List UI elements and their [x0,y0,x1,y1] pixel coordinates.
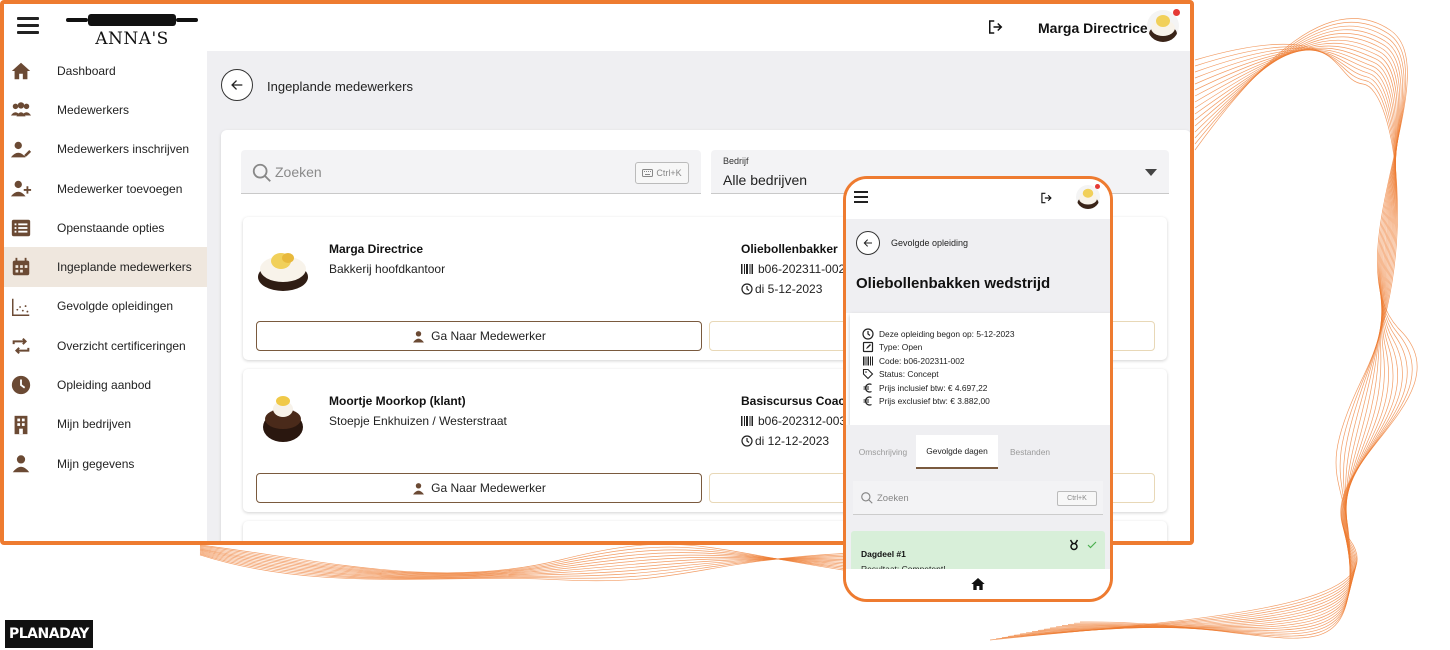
info-row: Code: b06-202311-002 [862,354,965,367]
sidebar-item-dashboard[interactable]: Dashboard [4,51,207,90]
notification-dot [1095,184,1100,189]
go-to-employee-button[interactable]: Ga Naar Medewerker [256,321,702,351]
mobile-subtitle: Gevolgde opleiding [891,238,969,248]
mobile-header: Gevolgde opleiding Oliebollenbakken weds… [846,219,1110,313]
edit-box-icon [862,341,874,353]
home-icon[interactable] [970,576,986,592]
mobile-device: Gevolgde opleiding Oliebollenbakken weds… [843,176,1113,602]
brand-logo[interactable]: ANNA'S BAKKERIJ [62,9,202,69]
home-icon [11,62,31,80]
shortcut-badge: Ctrl+K [1057,491,1097,506]
info-row: Prijs exclusief btw: € 3.882,00 [862,395,990,408]
sidebar-item-medewerkers[interactable]: Medewerkers [4,90,207,129]
clock-icon [741,283,753,295]
user-name[interactable]: Marga Directrice [1038,20,1148,36]
person-icon [413,482,425,494]
sidebar-item-ingepland[interactable]: Ingeplande medewerkers [4,247,207,287]
employee-name: Marga Directrice [329,242,424,256]
arrow-left-icon [863,239,872,247]
sidebar-item-toevoegen[interactable]: Medewerker toevoegen [4,169,207,208]
sidebar-item-bedrijven[interactable]: Mijn bedrijven [4,405,207,444]
training-name: Basiscursus Coac [741,394,846,408]
menu-icon[interactable] [854,191,868,203]
training-code: b06-202312-003 [741,414,846,428]
info-row: Prijs inclusief btw: € 4.697,22 [862,381,987,394]
mobile-top-bar [846,179,1110,219]
shortcut-badge: Ctrl+K [635,162,689,184]
barcode-icon [863,356,873,365]
euro-icon [863,396,872,406]
sidebar-item-gevolgd[interactable]: Gevolgde opleidingen [4,287,207,326]
info-row: Status: Concept [862,368,939,381]
users-icon [10,102,32,117]
go-to-employee-button[interactable]: Ga Naar Medewerker [256,473,702,503]
company-select-value: Alle bedrijven [723,172,808,188]
training-code: b06-202311-002 [741,262,845,276]
training-date: di 5-12-2023 [741,282,822,296]
search-placeholder: Zoeken [877,493,909,504]
sidebar-item-opties[interactable]: Openstaande opties [4,208,207,247]
notification-dot [1173,9,1180,16]
caret-down-icon [1145,169,1157,176]
search-icon [861,492,873,504]
keyboard-icon [642,169,654,177]
clock-icon [862,327,874,340]
tag-icon [862,368,874,380]
list-icon [11,219,31,237]
employee-avatar [258,253,308,291]
logout-icon[interactable] [986,18,1004,36]
training-name: Oliebollenbakker [741,242,838,256]
back-button[interactable] [221,69,253,101]
clock-icon [11,376,31,395]
person-icon [413,330,425,342]
tab-omschrijving[interactable]: Omschrijving [850,435,916,469]
user-plus-icon [10,180,32,197]
back-button[interactable] [856,231,880,255]
medal-icon [1069,539,1079,551]
employee-organization: Stoepje Enkhuizen / Westerstraat [329,414,507,428]
check-icon [1087,541,1097,549]
employee-organization: Bakkerij hoofdkantoor [329,262,446,276]
person-icon [12,455,30,473]
barcode-icon [741,264,753,274]
stage: ANNA'S BAKKERIJ Marga Directrice Dashboa… [0,0,1450,650]
sidebar: Dashboard Medewerkers Medewerkers inschr… [4,51,207,541]
day-part-title: Dagdeel #1 [861,549,906,559]
clock-icon [741,435,753,447]
sidebar-item-aanbod[interactable]: Opleiding aanbod [4,365,207,404]
employee-name: Moortje Moorkop (klant) [329,394,466,408]
rolling-pin-icon [66,13,198,27]
top-bar: ANNA'S BAKKERIJ Marga Directrice [4,4,1190,69]
page-title: Ingeplande medewerkers [267,79,413,94]
mobile-tabs: Omschrijving Gevolgde dagen Bestanden [846,435,1110,469]
search-input[interactable]: Zoeken Ctrl+K [241,150,701,194]
menu-icon[interactable] [17,17,39,35]
mobile-title: Oliebollenbakken wedstrijd [856,275,1051,292]
info-row: Deze opleiding begon op: 5-12-2023 [862,327,1015,340]
euro-icon [863,382,872,393]
logout-icon[interactable] [1039,191,1053,205]
sidebar-item-inschrijven[interactable]: Medewerkers inschrijven [4,130,207,169]
search-input[interactable]: Zoeken Ctrl+K [853,481,1103,515]
training-date: di 12-12-2023 [741,434,829,448]
calendar-icon [12,258,30,276]
arrow-left-icon [231,80,243,90]
training-info-card: Deze opleiding begon op: 5-12-2023 Type:… [850,313,1110,425]
employee-avatar [263,396,303,442]
search-icon [252,163,271,182]
sidebar-item-certificeringen[interactable]: Overzicht certificeringen [4,326,207,365]
tab-gevolgde-dagen[interactable]: Gevolgde dagen [916,435,998,469]
user-edit-icon [10,141,32,157]
repeat-icon [12,338,30,355]
planaday-logo: PLANADAY [5,620,93,648]
barcode-icon [741,416,753,426]
info-row: Type: Open [862,341,922,354]
company-select-label: Bedrijf [723,156,749,166]
scatter-icon [12,298,30,316]
sidebar-item-gegevens[interactable]: Mijn gegevens [4,444,207,483]
search-placeholder: Zoeken [275,164,322,180]
tab-bestanden[interactable]: Bestanden [1000,435,1060,469]
mobile-bottom-nav [846,569,1110,599]
building-icon [14,415,28,434]
